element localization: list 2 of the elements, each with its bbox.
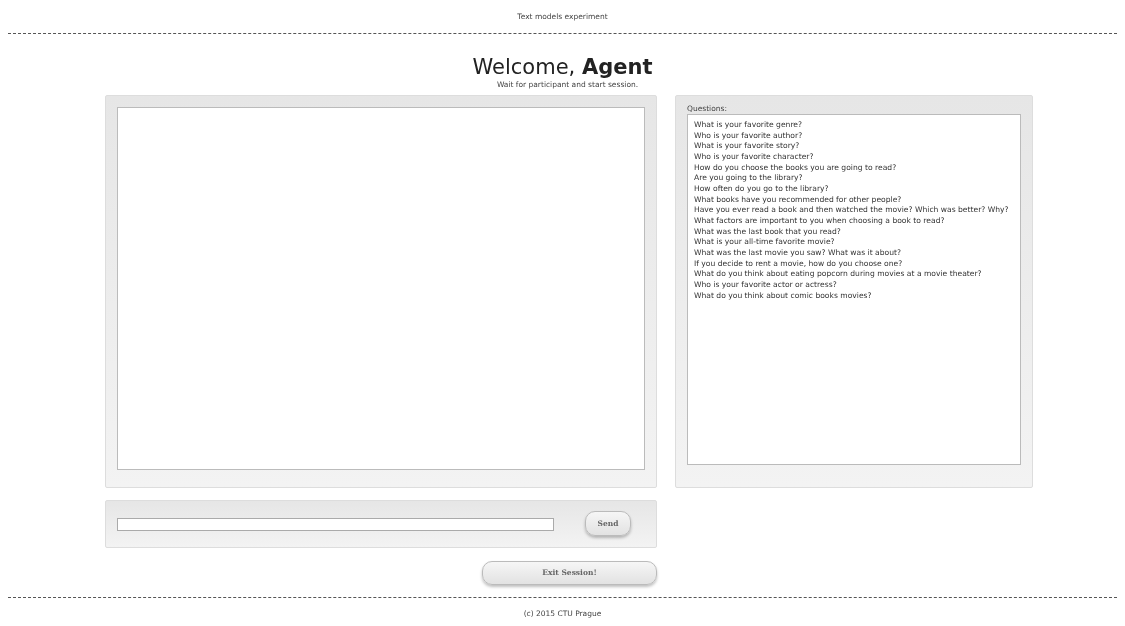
message-input[interactable] [117,517,554,531]
welcome-heading: Welcome, Agent [472,54,653,80]
